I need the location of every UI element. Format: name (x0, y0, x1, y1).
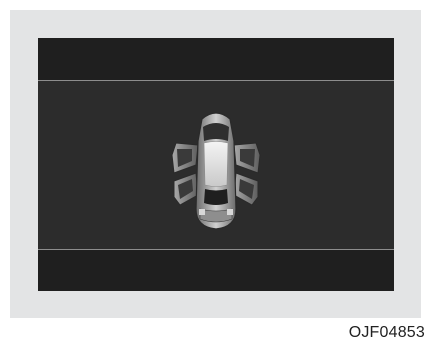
door-front-right-icon (233, 142, 261, 174)
door-rear-right-icon (233, 172, 259, 206)
display-top-band (38, 38, 394, 80)
cluster-display (38, 38, 394, 291)
door-front-left-icon (171, 142, 199, 174)
door-rear-left-icon (173, 172, 199, 206)
car-body (195, 112, 237, 230)
figure-code-label: OJF04853 (348, 324, 425, 341)
car-doors-open-icon (171, 112, 261, 230)
display-bottom-band (38, 250, 394, 291)
display-top-divider (38, 80, 394, 81)
figure-panel (10, 10, 421, 318)
